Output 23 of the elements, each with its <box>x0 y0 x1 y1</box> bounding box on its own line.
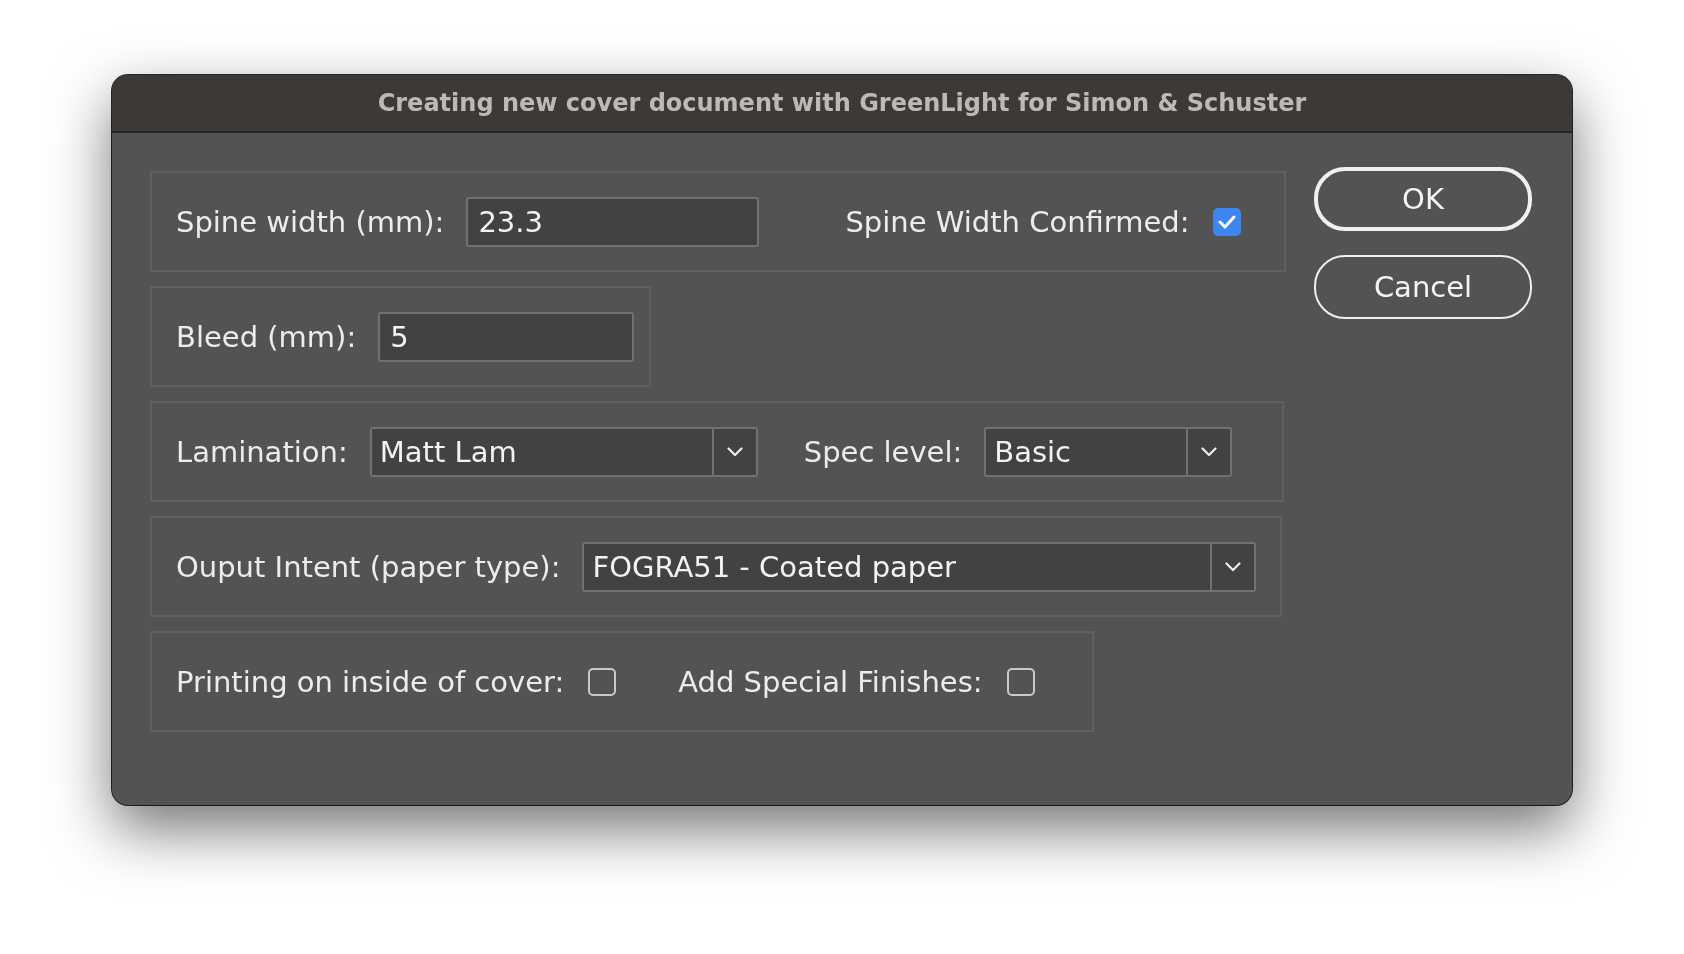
field-label: Ouput Intent (paper type): <box>176 549 561 584</box>
field-label: Spec level: <box>803 434 963 469</box>
field-label: Add Special Finishes: <box>678 664 983 699</box>
checkmark-icon <box>1218 214 1237 229</box>
dropdown[interactable]: FOGRA51 - Coated paper <box>582 541 1256 592</box>
window-title: Creating new cover document with GreenLight for Simon & Schuster <box>377 89 1307 117</box>
dropdown[interactable]: Matt Lam <box>369 426 758 477</box>
text-field[interactable]: 5 <box>378 311 635 362</box>
field-label: Spine Width Confirmed: <box>845 204 1190 239</box>
chevron-down-icon <box>726 446 743 457</box>
default-button[interactable]: OK <box>1314 167 1532 231</box>
chevron-down-icon <box>1225 561 1241 572</box>
field-label: Spine width (mm): <box>176 204 445 239</box>
checkbox[interactable] <box>1213 207 1242 236</box>
checkbox[interactable] <box>1006 667 1035 696</box>
dropdown[interactable]: Basic <box>984 426 1233 477</box>
button[interactable]: Cancel <box>1314 255 1532 319</box>
field-label: Printing on inside of cover: <box>176 664 565 699</box>
text-field[interactable]: 23.3 <box>466 196 760 247</box>
checkbox[interactable] <box>588 667 617 696</box>
field-label: Lamination: <box>176 434 348 469</box>
field-label: Bleed (mm): <box>176 319 357 354</box>
chevron-down-icon <box>1201 446 1218 457</box>
